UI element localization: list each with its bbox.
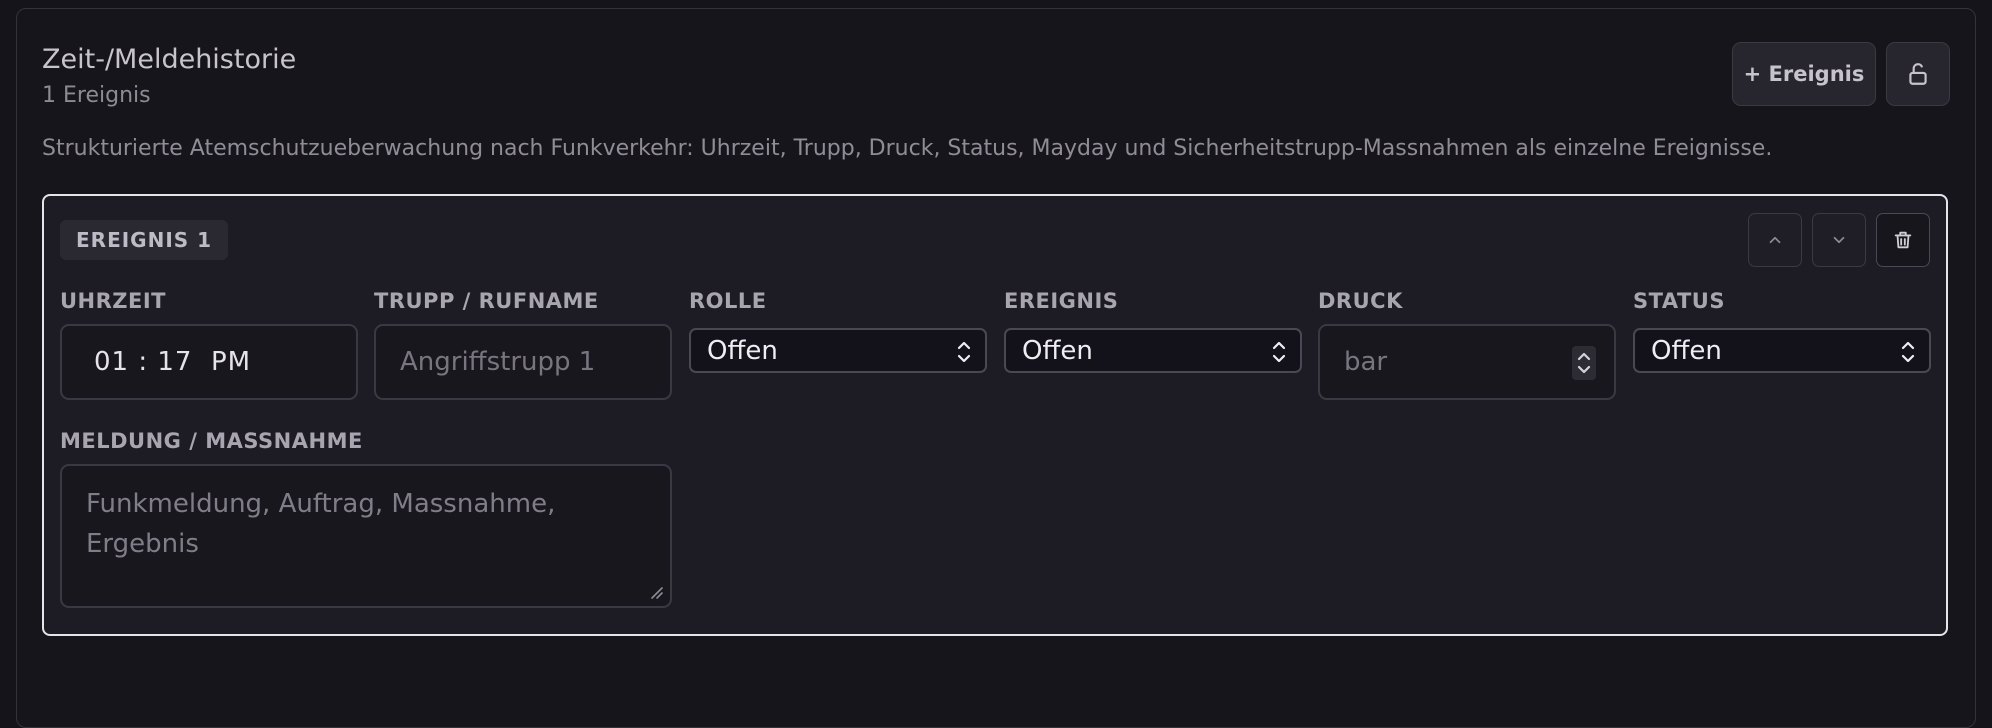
event-count: 1 Ereignis xyxy=(42,83,151,108)
section-title: Zeit-/Meldehistorie xyxy=(42,44,297,75)
uhrzeit-label: UHRZEIT xyxy=(60,289,167,313)
add-event-button[interactable]: + Ereignis xyxy=(1732,42,1876,106)
ereignis-select[interactable]: Offen xyxy=(1004,328,1302,373)
trupp-input[interactable]: Angriffstrupp 1 xyxy=(374,324,672,400)
lock-toggle-button[interactable] xyxy=(1886,42,1950,106)
unlock-icon xyxy=(1909,63,1927,85)
select-arrows-icon xyxy=(957,341,971,363)
stepper-arrows-icon xyxy=(1577,352,1591,374)
time-value: 01 : 17 PM xyxy=(94,347,252,377)
number-stepper[interactable] xyxy=(1572,346,1596,380)
rolle-select[interactable]: Offen xyxy=(689,328,987,373)
time-input[interactable]: 01 : 17 PM xyxy=(60,324,358,400)
rolle-value: Offen xyxy=(707,335,778,366)
ereignis-label: EREIGNIS xyxy=(1004,289,1119,313)
chevron-down-icon xyxy=(1833,236,1845,244)
meldung-textarea[interactable]: Funkmeldung, Auftrag, Massnahme, Ergebni… xyxy=(60,464,672,608)
status-value: Offen xyxy=(1651,335,1722,366)
select-arrows-icon xyxy=(1272,341,1286,363)
rolle-label: ROLLE xyxy=(689,289,767,313)
move-down-button[interactable] xyxy=(1812,213,1866,267)
section-description: Strukturierte Atemschutzueberwachung nac… xyxy=(42,136,1773,161)
status-label: STATUS xyxy=(1633,289,1725,313)
resize-grip-icon[interactable] xyxy=(648,584,664,600)
move-up-button[interactable] xyxy=(1748,213,1802,267)
chevron-up-icon xyxy=(1769,236,1781,244)
trupp-placeholder: Angriffstrupp 1 xyxy=(400,347,596,377)
ereignis-value: Offen xyxy=(1022,335,1093,366)
druck-input[interactable]: bar xyxy=(1318,324,1616,400)
meldung-label: MELDUNG / MASSNAHME xyxy=(60,429,363,453)
delete-event-button[interactable] xyxy=(1876,213,1930,267)
event-badge: EREIGNIS 1 xyxy=(60,220,229,260)
meldung-placeholder: Funkmeldung, Auftrag, Massnahme, Ergebni… xyxy=(86,489,556,559)
trash-icon xyxy=(1894,231,1912,249)
druck-placeholder: bar xyxy=(1344,347,1388,377)
status-select[interactable]: Offen xyxy=(1633,328,1931,373)
druck-label: DRUCK xyxy=(1318,289,1403,313)
trupp-label: TRUPP / RUFNAME xyxy=(374,289,599,313)
select-arrows-icon xyxy=(1901,341,1915,363)
